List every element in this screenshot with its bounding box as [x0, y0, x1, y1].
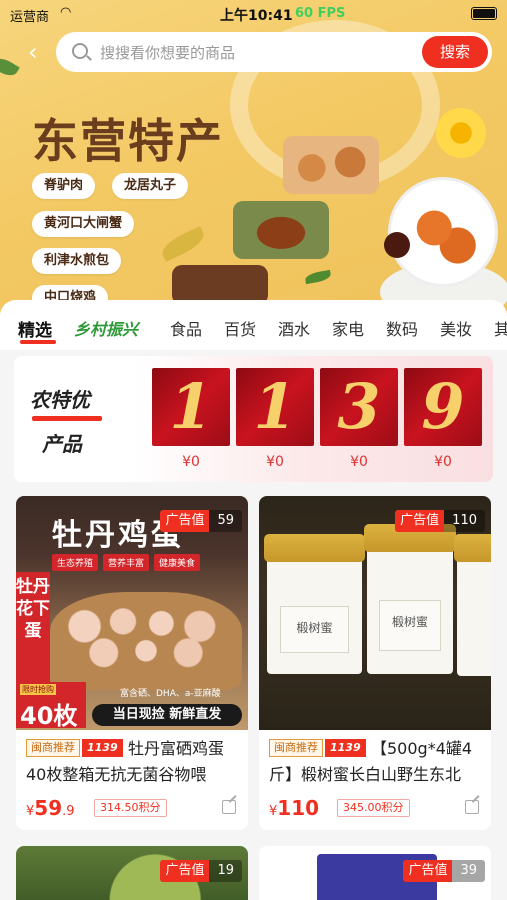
- fps-counter: 60 FPS: [295, 6, 346, 21]
- promo-price: ¥0: [182, 454, 200, 470]
- merchant-label: 闽商推荐: [269, 739, 323, 757]
- product-card[interactable]: 广告值 19: [16, 846, 248, 900]
- product-price: ¥59.9: [26, 796, 75, 820]
- promo-digit-tile[interactable]: 3: [320, 368, 398, 446]
- code-label: 1139: [325, 739, 366, 757]
- food-photo-roast-chicken: [233, 201, 329, 259]
- image-badges: 生态养殖 营养丰富 健康美食: [52, 554, 205, 571]
- tab-more[interactable]: 其: [494, 316, 507, 340]
- food-photo-crabs: [388, 177, 498, 287]
- merchant-label: 闽商推荐: [26, 739, 80, 757]
- leaf-decoration: [304, 269, 332, 285]
- image-count-badge: 限时抢购 40枚: [16, 682, 86, 730]
- search-bar[interactable]: 搜搜看你想要的商品 搜索: [56, 32, 492, 72]
- promo-price: ¥0: [350, 454, 368, 470]
- tab-digital[interactable]: 数码: [386, 316, 418, 340]
- promo-title-line1: 农特优: [30, 388, 90, 412]
- tab-general-goods[interactable]: 百货: [224, 316, 256, 340]
- share-icon[interactable]: [465, 800, 479, 814]
- promo-price: ¥0: [266, 454, 284, 470]
- promo-title-line2: 产品: [42, 432, 82, 456]
- hero-tag[interactable]: 脊驴肉: [32, 173, 96, 199]
- image-shipping-pill: 当日现捡 新鲜直发: [92, 704, 242, 726]
- hero-tag[interactable]: 黄河口大闸蟹: [32, 211, 135, 237]
- tab-drinks[interactable]: 酒水: [278, 316, 310, 340]
- tab-beauty[interactable]: 美妆: [440, 316, 472, 340]
- search-input[interactable]: 搜搜看你想要的商品: [100, 42, 235, 63]
- hero-tag[interactable]: 利津水煎包: [32, 248, 122, 274]
- promo-digit-tile[interactable]: 1: [236, 368, 314, 446]
- honey-jar: 椴树蜜: [364, 524, 456, 674]
- image-nutrition: 富含硒、DHA、a-亚麻酸: [120, 689, 221, 699]
- promo-price: ¥0: [434, 454, 452, 470]
- points-badge: 345.00积分: [337, 799, 410, 817]
- product-card[interactable]: 广告值 39: [259, 846, 491, 900]
- hero-title: 东营特产: [32, 114, 224, 168]
- wifi-icon: ◠: [60, 5, 72, 20]
- back-chevron-icon[interactable]: ‹: [28, 38, 52, 66]
- carrier-name: 运营商: [10, 10, 50, 25]
- image-side-label: 牡丹花下蛋: [16, 572, 50, 682]
- promo-accent-bar: [32, 416, 102, 421]
- ad-value-badge: 广告值 19: [160, 860, 242, 882]
- honey-jar: [454, 534, 491, 676]
- tab-appliances[interactable]: 家电: [332, 316, 364, 340]
- food-photo-buns: [283, 136, 379, 194]
- tab-rural-revitalization[interactable]: 乡村振兴: [74, 316, 138, 340]
- battery-icon: [471, 7, 497, 20]
- leaf-decoration: [0, 54, 20, 80]
- promo-digit-tile[interactable]: 9: [404, 368, 482, 446]
- active-tab-indicator: [20, 340, 56, 344]
- search-icon: [72, 43, 88, 59]
- chrysanthemum-image: [436, 108, 486, 158]
- food-photo-meat: [172, 265, 268, 305]
- category-tabs: 精选 乡村振兴 食品 百货 酒水 家电 数码 美妆 其: [0, 300, 507, 350]
- promo-digit-tile[interactable]: 1: [152, 368, 230, 446]
- hero-tag[interactable]: 龙居丸子: [112, 173, 189, 199]
- clock: 上午10:41: [220, 8, 293, 24]
- content-panel: 精选 乡村振兴 食品 百货 酒水 家电 数码 美妆 其 农特优 产品 1 1 3…: [0, 300, 507, 900]
- ad-value-badge: 广告值 59: [160, 510, 242, 532]
- ad-value-badge: 广告值 39: [403, 860, 485, 882]
- tab-food[interactable]: 食品: [170, 316, 202, 340]
- leaf-decoration: [158, 226, 208, 262]
- code-label: 1139: [82, 739, 123, 757]
- promo-banner[interactable]: 农特优 产品 1 1 3 9 ¥0 ¥0 ¥0 ¥0: [14, 356, 493, 482]
- egg-basket: [50, 592, 242, 690]
- tab-featured[interactable]: 精选: [18, 316, 52, 341]
- search-button[interactable]: 搜索: [422, 36, 488, 68]
- product-card[interactable]: 牡丹鸡蛋 生态养殖 营养丰富 健康美食 牡丹花下蛋 富含硒、DHA、a-亚麻酸 限时…: [16, 496, 248, 830]
- honey-jar: 椴树蜜: [264, 534, 365, 674]
- ad-value-badge: 广告值 110: [395, 510, 485, 532]
- share-icon[interactable]: [222, 800, 236, 814]
- product-price: ¥110: [269, 796, 320, 820]
- product-card[interactable]: 椴树蜜 椴树蜜 广告值 110 【500g*4罐4斤】椴树蜜长白山野生东北 闽商推…: [259, 496, 491, 830]
- sauce-dish: [384, 232, 410, 258]
- points-badge: 314.50积分: [94, 799, 167, 817]
- status-bar: 运营商 ◠ 上午10:41 60 FPS: [0, 0, 507, 30]
